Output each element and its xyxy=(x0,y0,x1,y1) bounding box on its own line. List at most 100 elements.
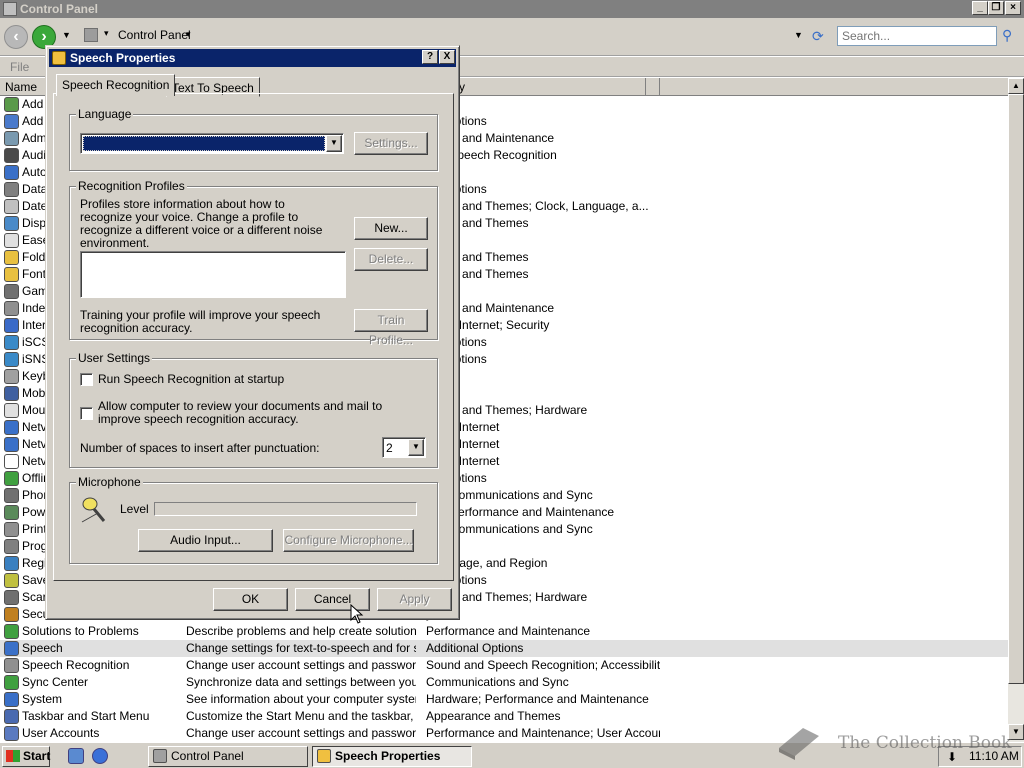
item-cat: nance and Maintenance xyxy=(426,301,555,315)
help-button[interactable]: ? xyxy=(422,50,438,64)
item-icon xyxy=(4,675,19,690)
item-cat: Performance and Maintenance; User Accoun… xyxy=(426,726,660,740)
item-icon xyxy=(4,437,19,452)
start-button[interactable]: Start xyxy=(2,746,50,767)
task-label: Speech Properties xyxy=(335,749,441,763)
train-profile-button[interactable]: Train Profile... xyxy=(354,309,428,347)
scroll-up-button[interactable]: ▲ xyxy=(1008,78,1024,94)
language-select[interactable]: ▼ xyxy=(80,133,344,154)
item-cat: sibility xyxy=(426,233,660,247)
item-icon xyxy=(4,590,19,605)
user-settings-label: User Settings xyxy=(76,351,153,365)
item-desc: Change user account settings and passwor… xyxy=(186,658,416,672)
show-desktop-icon[interactable] xyxy=(68,748,84,764)
item-name: Auto xyxy=(22,165,47,179)
language-dropdown-button[interactable]: ▼ xyxy=(326,135,342,152)
item-cat: k and Internet xyxy=(426,454,500,468)
taskbar-item-control-panel[interactable]: Control Panel xyxy=(148,746,308,767)
tab-panel: Language ▼ Settings... Recognition Profi… xyxy=(53,93,454,581)
breadcrumb-dropdown[interactable]: ▾ xyxy=(186,29,191,40)
item-name: Offlir xyxy=(22,471,48,485)
configure-microphone-button[interactable]: Configure Microphone... xyxy=(283,529,414,552)
item-icon xyxy=(4,233,19,248)
tab-speech-recognition[interactable]: Speech Recognition xyxy=(56,74,176,96)
item-name: Scar xyxy=(22,590,47,604)
taskbar-item-speech-properties[interactable]: Speech Properties xyxy=(312,746,472,767)
item-icon xyxy=(4,335,19,350)
list-item[interactable]: Speech Recognition Change user account se… xyxy=(0,657,1008,674)
speech-properties-dialog: Speech Properties ? X Speech Recognition… xyxy=(45,45,460,620)
search-icon[interactable]: ⚲ xyxy=(1002,27,1012,44)
run-at-startup-label: Run Speech Recognition at startup xyxy=(98,372,285,386)
address-path: Control Panel xyxy=(118,28,191,42)
level-label: Level xyxy=(120,502,149,516)
item-desc: Change user account settings and passwor… xyxy=(186,726,416,740)
item-name: Netv xyxy=(22,420,47,434)
list-item[interactable]: Solutions to Problems Describe problems a… xyxy=(0,623,1008,640)
item-desc: Customize the Start Menu and the taskbar… xyxy=(186,709,416,723)
profiles-list[interactable] xyxy=(80,251,346,298)
item-cat: nal Options xyxy=(426,471,487,485)
item-name: Netv xyxy=(22,437,47,451)
item-icon xyxy=(4,658,19,673)
item-desc: See information about your computer syst… xyxy=(186,692,416,706)
item-cat: nance and Themes xyxy=(426,250,529,264)
list-item[interactable]: Sync Center Synchronize data and settings… xyxy=(0,674,1008,691)
dialog-close-button[interactable]: X xyxy=(439,50,455,64)
language-group: Language ▼ Settings... xyxy=(69,107,438,171)
item-cat: are xyxy=(426,97,660,111)
item-name: Solutions to Problems xyxy=(22,624,139,638)
apply-button[interactable]: Apply xyxy=(377,588,452,611)
item-icon xyxy=(4,488,19,503)
menu-file[interactable]: File xyxy=(10,60,29,74)
column-extra[interactable] xyxy=(646,78,660,95)
list-item[interactable]: Taskbar and Start Menu Customize the Star… xyxy=(0,708,1008,725)
item-cat: ms xyxy=(426,539,660,553)
vertical-scrollbar[interactable]: ▲ ▼ xyxy=(1008,78,1024,742)
control-panel-icon xyxy=(153,749,167,763)
list-item[interactable]: Speech Change settings for text-to-speech… xyxy=(0,640,1008,657)
item-icon xyxy=(4,420,19,435)
address-field[interactable]: ▾ Control Panel ▾ xyxy=(82,25,802,46)
item-name: User Accounts xyxy=(22,726,100,740)
item-icon xyxy=(4,318,19,333)
list-item[interactable]: System See information about your compute… xyxy=(0,691,1008,708)
recent-pages-dropdown[interactable]: ▼ xyxy=(62,30,71,40)
spaces-select[interactable]: 2 ▼ xyxy=(382,437,426,458)
item-icon xyxy=(4,352,19,367)
spaces-dropdown-button[interactable]: ▼ xyxy=(408,439,424,456)
minimize-button[interactable]: _ xyxy=(972,1,988,15)
address-history-dropdown[interactable]: ▼ xyxy=(794,30,803,40)
dialog-titlebar[interactable]: Speech Properties ? X xyxy=(49,49,456,67)
ok-button[interactable]: OK xyxy=(213,588,288,611)
item-icon xyxy=(4,641,19,656)
audio-input-button[interactable]: Audio Input... xyxy=(138,529,273,552)
internet-explorer-icon[interactable] xyxy=(92,748,108,764)
close-window-button[interactable]: × xyxy=(1005,1,1021,15)
allow-review-checkbox[interactable] xyxy=(80,407,93,420)
item-cat: are xyxy=(426,369,660,383)
item-cat: are; Performance and Maintenance xyxy=(426,505,615,519)
run-at-startup-checkbox[interactable] xyxy=(80,373,93,386)
search-input[interactable] xyxy=(837,26,997,46)
item-icon xyxy=(4,539,19,554)
back-button[interactable]: ‹ xyxy=(4,25,28,49)
scroll-thumb[interactable] xyxy=(1008,94,1024,684)
refresh-button[interactable]: ⟳ xyxy=(812,28,824,45)
item-icon xyxy=(4,148,19,163)
item-cat: y xyxy=(426,165,660,179)
item-icon xyxy=(4,556,19,571)
settings-button[interactable]: Settings... xyxy=(354,132,428,155)
item-cat: nal Options xyxy=(426,352,487,366)
delete-profile-button[interactable]: Delete... xyxy=(354,248,428,271)
item-cat: nal Options xyxy=(426,114,487,128)
allow-review-label: Allow computer to review your documents … xyxy=(98,399,383,426)
item-cat: k and Internet xyxy=(426,420,500,434)
new-profile-button[interactable]: New... xyxy=(354,217,428,240)
item-name: Font xyxy=(22,267,47,281)
item-cat: are; Communications and Sync xyxy=(426,522,593,536)
restore-button[interactable]: ❐ xyxy=(988,1,1004,15)
window-titlebar[interactable]: Control Panel _ ❐ × xyxy=(0,0,1024,18)
item-cat: y xyxy=(426,607,660,621)
item-cat: are xyxy=(426,386,660,400)
